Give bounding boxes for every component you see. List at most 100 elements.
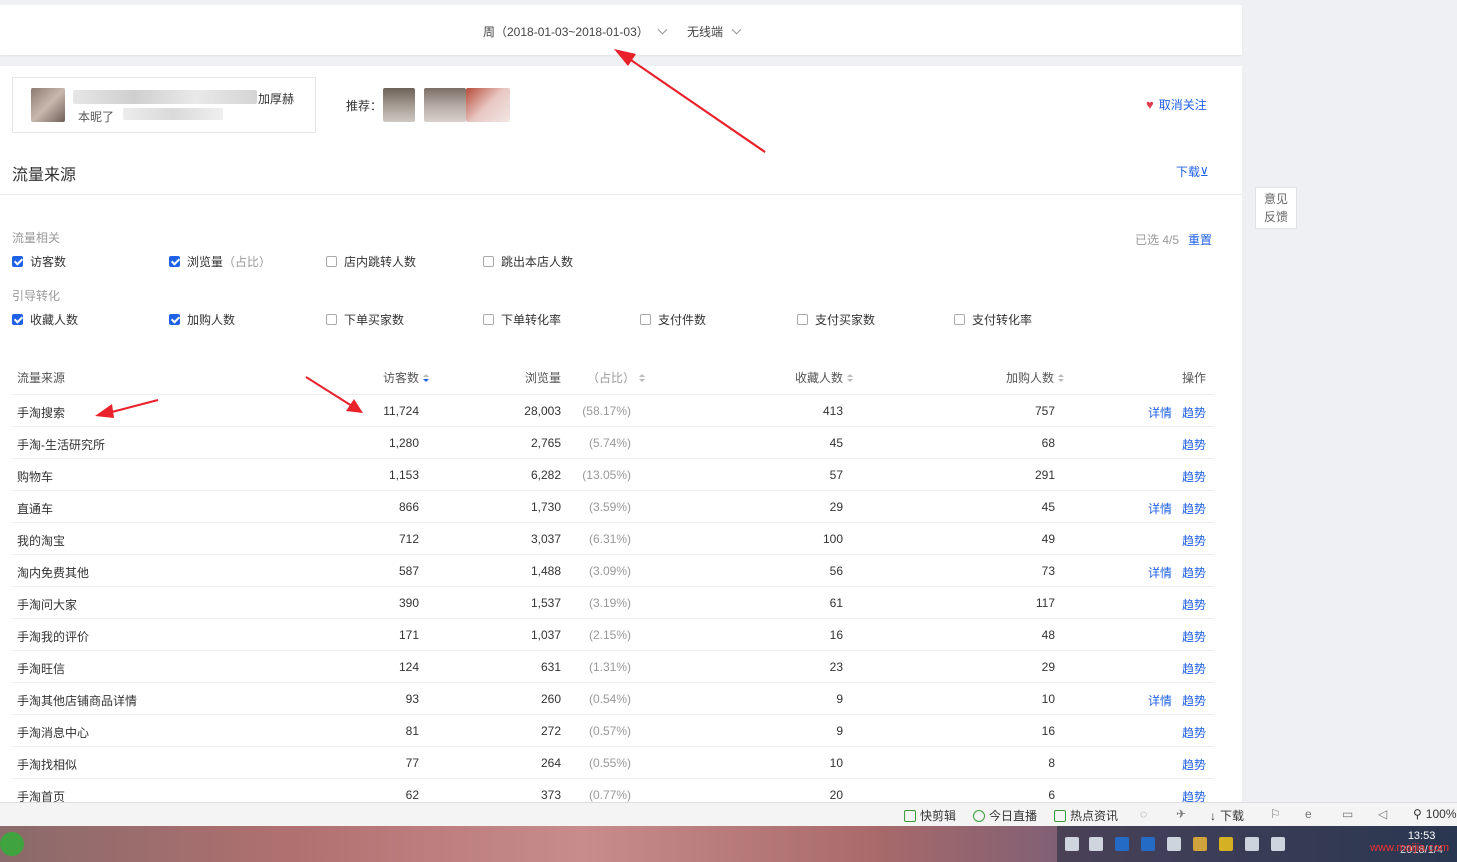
- tray-icon[interactable]: [1219, 837, 1233, 851]
- recommend-label: 推荐：: [346, 99, 383, 113]
- filter-checkbox[interactable]: 支付买家数: [797, 311, 875, 328]
- start-button[interactable]: [0, 832, 24, 856]
- cell-visitors: 1,153: [388, 468, 419, 482]
- cell-pv: 6,282: [530, 468, 561, 482]
- table-row: 直通车 866 1,730 (3.59%) 29 45 详情 趋势: [12, 490, 1214, 522]
- filter-checkbox[interactable]: 支付件数: [640, 311, 706, 328]
- cell-source: 淘内免费其他: [17, 566, 90, 580]
- table-row: 手淘我的评价 171 1,037 (2.15%) 16 48 趋势: [12, 618, 1214, 650]
- detail-link[interactable]: 详情: [1148, 692, 1172, 709]
- col-header-visitors[interactable]: 访客数: [383, 369, 430, 386]
- checkbox-icon: [483, 314, 494, 325]
- shop-sub-text: 本昵了: [78, 110, 115, 124]
- ext-live[interactable]: 今日直播: [973, 807, 1037, 824]
- trend-link[interactable]: 趋势: [1182, 564, 1206, 581]
- detail-link[interactable]: 详情: [1148, 500, 1172, 517]
- detail-link[interactable]: 详情: [1148, 564, 1172, 581]
- tray-icon[interactable]: [1167, 837, 1181, 851]
- tray-icon[interactable]: [1065, 837, 1079, 851]
- filter-checkbox[interactable]: 下单买家数: [326, 311, 404, 328]
- filter-checkbox-label: 跳出本店人数: [501, 255, 574, 269]
- unfollow-button[interactable]: ♥ 取消关注: [1146, 96, 1207, 113]
- recommended-item-thumb[interactable]: [383, 88, 415, 122]
- checkbox-icon: [169, 256, 180, 267]
- trend-link[interactable]: 趋势: [1182, 532, 1206, 549]
- ext-zoom[interactable]: ⚲ 100%: [1413, 807, 1457, 821]
- section-title: 流量来源: [12, 167, 77, 184]
- ext-label: 快剪辑: [920, 809, 957, 823]
- trend-link[interactable]: 趋势: [1182, 628, 1206, 645]
- volume-icon[interactable]: [1245, 837, 1259, 851]
- filter-checkbox[interactable]: 加购人数: [169, 311, 235, 328]
- trend-link[interactable]: 趋势: [1182, 756, 1206, 773]
- col-header-fav[interactable]: 收藏人数: [795, 369, 854, 386]
- period-selector[interactable]: 周（2018-01-03~2018-01-03）: [483, 23, 668, 40]
- search-icon: ⚲: [1413, 807, 1422, 821]
- reset-button[interactable]: 重置: [1188, 231, 1212, 248]
- trend-link[interactable]: 趋势: [1182, 500, 1206, 517]
- filter-checkbox[interactable]: 店内跳转人数: [326, 253, 416, 270]
- col-header-cart[interactable]: 加购人数: [1006, 369, 1065, 386]
- trend-link[interactable]: 趋势: [1182, 692, 1206, 709]
- recommended-item-thumb[interactable]: [424, 88, 466, 122]
- filter-checkbox[interactable]: 浏览量（占比）: [169, 253, 271, 270]
- cell-pv: 1,537: [530, 596, 561, 610]
- filter-checkbox[interactable]: 收藏人数: [12, 311, 78, 328]
- ext-pin-icon[interactable]: ✈: [1176, 807, 1186, 821]
- filter-checkbox[interactable]: 支付转化率: [954, 311, 1032, 328]
- download-button[interactable]: 下载⊻: [1176, 163, 1209, 180]
- ext-download[interactable]: ↓ 下载: [1210, 807, 1244, 824]
- cell-source: 我的淘宝: [17, 534, 66, 548]
- filter-checkbox[interactable]: 下单转化率: [483, 311, 561, 328]
- cell-share: (6.31%): [588, 532, 631, 546]
- ext-news[interactable]: 热点资讯: [1054, 807, 1118, 824]
- cell-share: (3.19%): [588, 596, 631, 610]
- terminal-selector[interactable]: 无线端: [687, 23, 742, 40]
- ext-window-icon[interactable]: ▭: [1342, 807, 1353, 821]
- filter-checkbox[interactable]: 访客数: [12, 253, 66, 270]
- trend-link[interactable]: 趋势: [1182, 596, 1206, 613]
- trend-link[interactable]: 趋势: [1182, 724, 1206, 741]
- cell-visitors: 11,724: [383, 404, 419, 418]
- cell-share: (2.15%): [588, 628, 631, 642]
- ext-settings-icon[interactable]: ◌: [1140, 807, 1147, 821]
- feedback-button[interactable]: 意见 反馈: [1255, 187, 1297, 229]
- cell-pv: 264: [540, 756, 561, 770]
- col-header-source: 流量来源: [17, 369, 65, 386]
- trend-link[interactable]: 趋势: [1182, 436, 1206, 453]
- cell-pv: 28,003: [524, 404, 561, 418]
- trend-link[interactable]: 趋势: [1182, 404, 1206, 421]
- filter-checkbox-label: 支付买家数: [815, 313, 876, 327]
- filter-checkbox-label: 下单买家数: [344, 313, 405, 327]
- ext-flag-icon[interactable]: ⚐: [1270, 807, 1281, 821]
- terminal-label: 无线端: [687, 25, 724, 39]
- ext-ie-icon[interactable]: e: [1305, 807, 1312, 821]
- filter-group-label: 流量相关: [12, 231, 61, 245]
- trend-link[interactable]: 趋势: [1182, 468, 1206, 485]
- trend-link[interactable]: 趋势: [1182, 660, 1206, 677]
- cell-pv: 1,037: [530, 628, 561, 642]
- sort-icon: [847, 373, 854, 382]
- tray-icon[interactable]: [1193, 837, 1207, 851]
- tray-icon[interactable]: [1089, 837, 1103, 851]
- cell-cart: 68: [1041, 436, 1055, 450]
- recommended-item-thumb[interactable]: [466, 88, 510, 122]
- row-actions: 趋势: [1182, 468, 1206, 485]
- cell-share: (58.17%): [582, 404, 631, 418]
- shop-card[interactable]: 加厚赫 本昵了: [12, 77, 316, 133]
- ext-quick-edit[interactable]: 快剪辑: [904, 807, 956, 824]
- col-header-share[interactable]: （占比）: [587, 369, 646, 386]
- ext-sound-icon[interactable]: ◁: [1378, 807, 1387, 821]
- download-icon: ↓: [1210, 808, 1216, 823]
- cell-pv: 373: [540, 788, 561, 802]
- cell-visitors: 1,280: [388, 436, 419, 450]
- network-icon[interactable]: [1271, 837, 1285, 851]
- table-row: 手淘消息中心 81 272 (0.57%) 9 16 趋势: [12, 714, 1214, 746]
- tray-icon[interactable]: [1115, 837, 1129, 851]
- feedback-label: 反馈: [1263, 210, 1288, 224]
- table-row: 我的淘宝 712 3,037 (6.31%) 100 49 趋势: [12, 522, 1214, 554]
- detail-link[interactable]: 详情: [1148, 404, 1172, 421]
- tray-icon[interactable]: [1141, 837, 1155, 851]
- filter-checkbox[interactable]: 跳出本店人数: [483, 253, 573, 270]
- checkbox-icon: [12, 314, 23, 325]
